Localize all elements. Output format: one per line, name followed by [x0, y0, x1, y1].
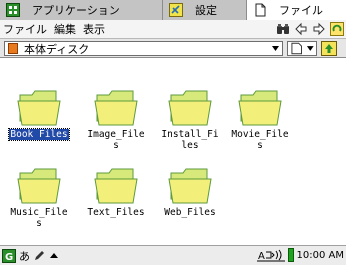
binoculars-icon[interactable] [276, 22, 290, 36]
folder-name: Music_Files [10, 207, 68, 229]
location-dropdown[interactable]: 本体ディスク [4, 41, 283, 56]
folder-icon [94, 168, 138, 204]
keyboard-icon[interactable]: A [256, 248, 285, 262]
grid-icon [6, 3, 20, 17]
status-right: A 10:00 AM [256, 248, 344, 262]
tab-applications[interactable]: アプリケーション [0, 0, 163, 20]
refresh-icon[interactable] [330, 22, 344, 36]
folder-item[interactable]: Music_Files [5, 165, 73, 229]
file-icon [255, 3, 266, 17]
ime-indicator[interactable]: あ [19, 248, 30, 264]
tab-files[interactable]: ファイル [247, 0, 346, 20]
folder-item[interactable]: Book Files [5, 87, 73, 141]
start-icon[interactable]: G [2, 248, 16, 263]
chevron-down-icon [307, 46, 315, 51]
folder-icon [168, 168, 212, 204]
top-tab-bar: アプリケーション 設定 ファイル [0, 0, 346, 20]
folder-icon [94, 90, 138, 126]
page-icon [291, 42, 302, 55]
folder-item[interactable]: Image_Files [82, 87, 150, 151]
folder-name: Movie_Files [231, 129, 289, 151]
folder-name: Book Files [8, 128, 70, 141]
tab-applications-label: アプリケーション [32, 4, 120, 17]
folder-icon [238, 90, 282, 126]
up-folder-icon[interactable] [321, 41, 337, 56]
clock: 10:00 AM [296, 249, 344, 261]
svg-text:A: A [258, 251, 265, 262]
address-bar: 本体ディスク [0, 38, 346, 58]
menu-file[interactable]: ファイル [3, 21, 47, 37]
folder-item[interactable]: Install_Files [156, 87, 224, 151]
folder-item[interactable]: Movie_Files [226, 87, 294, 151]
file-grid: Book Files Image_Files Install_Files Mov… [0, 59, 346, 242]
pen-icon[interactable] [33, 250, 45, 262]
back-arrow-icon[interactable] [294, 22, 308, 36]
tab-files-label: ファイル [279, 4, 323, 17]
folder-item[interactable]: Web_Files [156, 165, 224, 218]
menu-view[interactable]: 表示 [83, 21, 105, 37]
folder-name: Image_Files [87, 129, 145, 151]
settings-icon [169, 3, 183, 17]
toolbar-icons [276, 21, 346, 37]
folder-name: Web_Files [164, 207, 216, 218]
menu-bar: ファイル 編集 表示 [0, 20, 346, 38]
folder-icon [17, 168, 61, 204]
folder-item[interactable]: Text_Files [82, 165, 150, 218]
chevron-up-icon[interactable] [49, 251, 59, 261]
chevron-down-icon[interactable] [270, 43, 281, 54]
battery-icon [287, 248, 294, 262]
location-text: 本体ディスク [24, 42, 90, 56]
drive-icon [8, 43, 18, 54]
folder-name: Text_Files [87, 207, 145, 218]
tab-settings[interactable]: 設定 [163, 0, 247, 20]
folder-icon [17, 90, 61, 126]
view-mode-button[interactable] [287, 41, 317, 56]
tab-settings-label: 設定 [195, 4, 217, 17]
folder-icon [168, 90, 212, 126]
folder-name: Install_Files [161, 129, 219, 151]
menu-edit[interactable]: 編集 [54, 21, 76, 37]
forward-arrow-icon[interactable] [312, 22, 326, 36]
svg-text:G: G [5, 252, 13, 263]
status-bar: G あ A 10:00 AM [0, 245, 346, 265]
